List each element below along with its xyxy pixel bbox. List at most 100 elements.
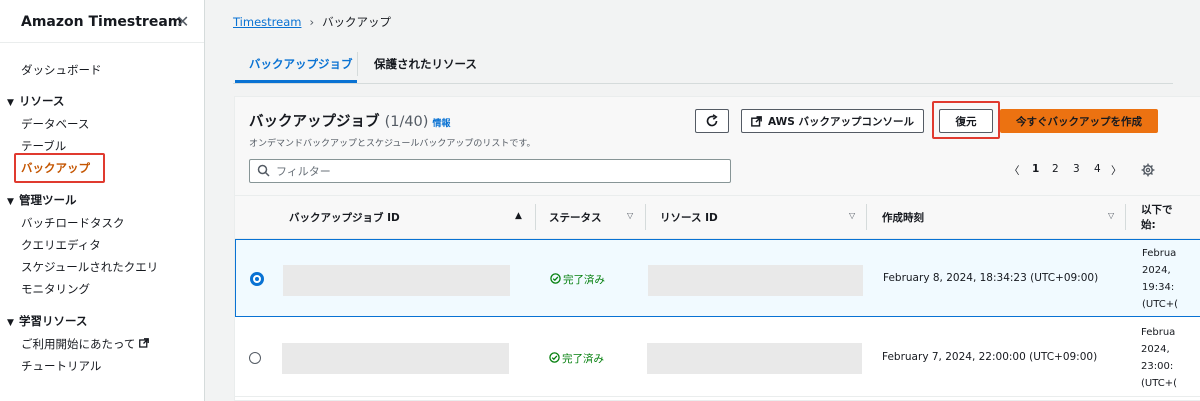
refresh-button[interactable] [695,109,729,133]
cell-line: Februa [1141,327,1176,338]
tab-protected-resources[interactable]: 保護されたリソース [374,56,477,72]
nav-tables[interactable]: テーブル [21,138,66,154]
tab-backup-jobs[interactable]: バックアップジョブ [249,56,353,72]
panel-title: バックアップジョブ (1/40) 情報 [249,110,450,131]
col-header-truncated[interactable]: 以下で始: [1141,203,1173,233]
nav-tutorial[interactable]: チュートリアル [21,358,101,374]
caret-down-icon: ▼ [7,98,14,108]
breadcrumb-timestream[interactable]: Timestream [233,15,301,29]
panel-header: バックアップジョブ (1/40) 情報 オンデマンドバックアップとスケジュールバッ… [235,97,1200,195]
tab-bar: バックアップジョブ 保護されたリソース [233,44,1173,84]
nav-dashboard[interactable]: ダッシュボード [21,62,102,78]
col-header-creation-time[interactable]: 作成時刻 [882,210,924,225]
table-header: バックアップジョブ ID ▲ ステータス ▽ リソース ID ▽ 作成時刻 ▽ … [235,195,1200,239]
tab-divider [357,52,358,76]
status-completed: 完了済み [549,351,604,366]
side-navigation: Amazon Timestream ✕ ダッシュボード ▼ リソース データベース… [0,0,205,401]
nav-batch-load[interactable]: バッチロードタスク [21,215,125,231]
status-completed: 完了済み [550,272,605,287]
page-4[interactable]: 4 [1094,163,1101,175]
cell-line: (UTC+( [1141,378,1178,389]
check-circle-icon [549,352,560,363]
redacted-resource-id [647,343,862,374]
panel-title-text: バックアップジョブ [249,114,380,130]
check-circle-icon [550,273,561,284]
table-row[interactable]: 完了済み February 7, 2024, 22:00:00 (UTC+09:… [235,319,1200,397]
external-link-icon [751,115,762,127]
prev-page-icon[interactable]: 〈 [1009,163,1020,178]
panel-count: (1/40) [384,114,429,130]
external-link-icon [139,338,149,351]
section-label: 管理ツール [19,193,77,207]
search-icon [257,164,270,177]
page-2[interactable]: 2 [1052,163,1059,175]
section-label: 学習リソース [19,314,88,328]
info-link[interactable]: 情報 [432,119,450,129]
section-label: リソース [19,94,65,108]
created-time: February 8, 2024, 18:34:23 (UTC+09:00) [883,272,1099,284]
divider [0,42,204,43]
column-divider [866,204,867,230]
nav-section-learning[interactable]: ▼ 学習リソース [7,313,87,329]
nav-label: ご利用開始にあたって [21,337,136,351]
row-radio-selected[interactable] [250,272,264,286]
cell-line: 2024, [1141,344,1170,355]
nav-getting-started[interactable]: ご利用開始にあたって [21,336,149,352]
caret-down-icon: ▼ [7,197,14,207]
redacted-backup-job-id [283,265,510,296]
sort-icon[interactable]: ▽ [849,211,855,220]
create-backup-button[interactable]: 今すぐバックアップを作成 [1000,109,1158,133]
service-title[interactable]: Amazon Timestream [21,14,182,30]
cell-line: (UTC+( [1142,299,1179,310]
redacted-backup-job-id [282,343,509,374]
column-divider [1125,204,1126,230]
sort-icon[interactable]: ▽ [1108,211,1114,220]
column-divider [535,204,536,230]
close-icon[interactable]: ✕ [176,12,189,31]
header-line: 始: [1141,219,1156,231]
highlight-box-backups [14,153,105,183]
column-divider [645,204,646,230]
row-radio[interactable] [249,352,261,364]
aws-backup-console-button[interactable]: AWS バックアップコンソール [741,109,924,133]
col-header-status[interactable]: ステータス [549,210,602,225]
header-line: 以下で [1141,204,1173,216]
backup-jobs-panel: バックアップジョブ (1/40) 情報 オンデマンドバックアップとスケジュールバッ… [234,96,1200,401]
created-time: February 7, 2024, 22:00:00 (UTC+09:00) [882,351,1098,363]
panel-description: オンデマンドバックアップとスケジュールバックアップのリストです。 [249,139,536,149]
caret-down-icon: ▼ [7,318,14,328]
status-text: 完了済み [562,353,604,365]
breadcrumb-current: バックアップ [322,15,392,29]
refresh-icon [706,114,718,127]
highlight-box-restore [932,101,1000,139]
next-page-icon[interactable]: 〉 [1111,163,1122,178]
cell-line: Februa [1142,248,1177,259]
cell-line: 19:34: [1142,282,1175,293]
truncated-cell: Februa 2024, 19:34: (UTC+( [1142,245,1178,313]
nav-query-editor[interactable]: クエリエディタ [21,237,101,253]
sort-icon[interactable]: ▽ [627,211,633,220]
page-3[interactable]: 3 [1073,163,1080,175]
active-tab-indicator [235,80,357,83]
col-header-resource-id[interactable]: リソース ID [660,210,718,225]
settings-gear-icon[interactable] [1141,163,1155,177]
nav-section-management[interactable]: ▼ 管理ツール [7,192,77,208]
table-row[interactable]: 完了済み February 8, 2024, 18:34:23 (UTC+09:… [235,239,1200,317]
filter-input[interactable] [276,163,716,179]
nav-databases[interactable]: データベース [21,116,89,132]
sort-ascending-icon[interactable]: ▲ [515,211,522,221]
cell-line: 23:00: [1141,361,1174,372]
breadcrumb: Timestream › バックアップ [233,14,391,30]
page-1[interactable]: 1 [1032,163,1039,175]
cell-line: 2024, [1142,265,1171,276]
nav-section-resources[interactable]: ▼ リソース [7,93,64,109]
status-text: 完了済み [563,274,605,286]
redacted-resource-id [648,265,863,296]
nav-scheduled-queries[interactable]: スケジュールされたクエリ [21,259,158,275]
truncated-cell: Februa 2024, 23:00: (UTC+( [1141,324,1177,392]
col-header-backup-job-id[interactable]: バックアップジョブ ID [289,210,400,225]
filter-field[interactable] [249,159,731,183]
nav-monitoring[interactable]: モニタリング [21,281,90,297]
chevron-right-icon: › [309,15,315,29]
button-label: AWS バックアップコンソール [768,115,914,128]
